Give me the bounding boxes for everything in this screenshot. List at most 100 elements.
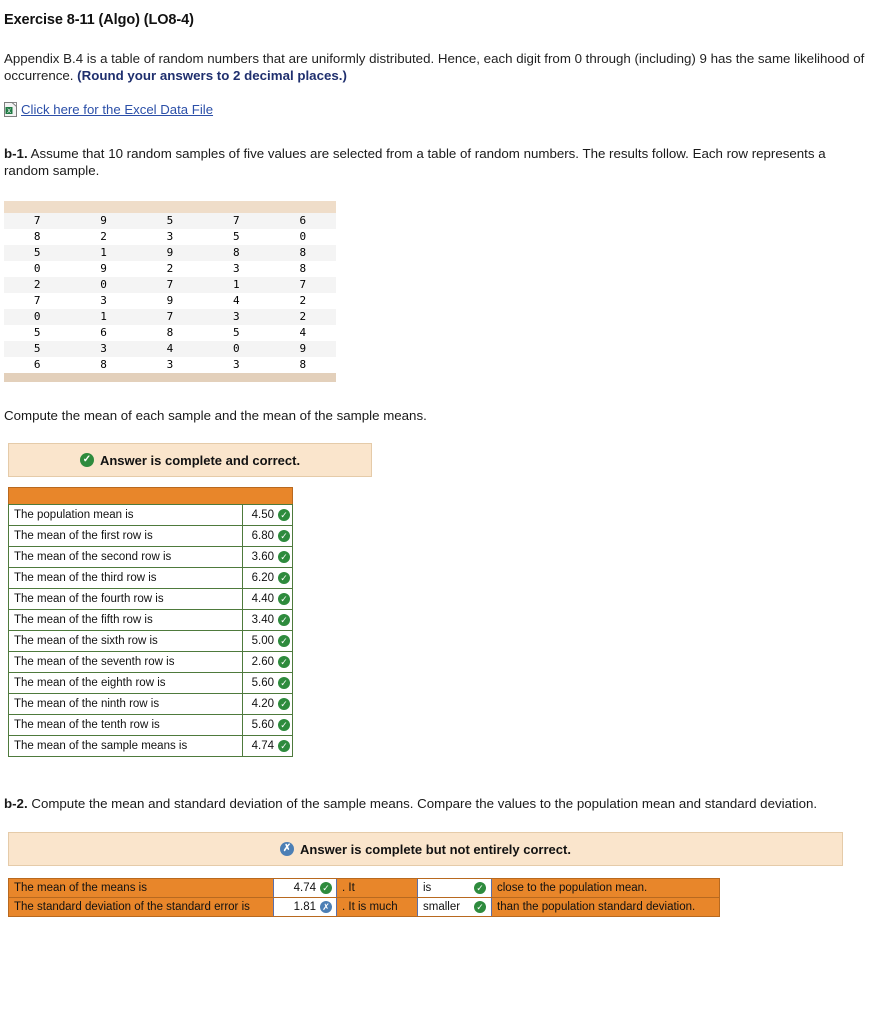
answer-value-cell[interactable]: 5.60 ✓ (242, 714, 293, 736)
answer-label: The population mean is (7, 504, 244, 526)
answer-value-cell[interactable]: 4.74 ✓ (242, 735, 293, 757)
random-cell: 6 (100, 326, 107, 339)
table-row: 0 1 7 3 2 (4, 309, 336, 325)
check-circle-icon: ✓ (278, 698, 290, 710)
answer-tail-text: than the population standard deviation. (492, 898, 719, 916)
check-circle-icon: ✓ (79, 453, 94, 467)
answer-value: 4.50 (251, 509, 274, 521)
random-cell: 6 (33, 358, 41, 371)
check-circle-icon: ✓ (278, 719, 290, 731)
check-circle-icon: ✓ (278, 677, 290, 689)
random-cell: 6 (299, 214, 307, 227)
answer-label: The mean of the fourth row is (7, 588, 244, 610)
answer-value: 4.74 (293, 882, 316, 894)
b1-answer-table: The population mean is 4.50 ✓ The mean of t… (7, 504, 293, 757)
random-cell: 2 (33, 278, 41, 291)
answer-value-wrap: 4.20 ✓ (248, 698, 290, 710)
answer-value: 5.60 (251, 719, 274, 731)
page-title: Exercise 8-11 (Algo) (LO8-4) (4, 12, 194, 28)
b1-answer-table-wrap: The population mean is 4.50 ✓ The mean of t… (7, 487, 884, 757)
random-cell: 8 (299, 262, 307, 275)
random-cell: 1 (100, 246, 107, 259)
answer-value-cell[interactable]: 5.60 ✓ (242, 672, 293, 694)
random-cell: 7 (233, 214, 240, 227)
answer-label: The mean of the ninth row is (7, 693, 244, 715)
random-cell: 3 (233, 262, 240, 275)
table-row: 7 9 5 7 6 (4, 213, 336, 229)
answer-value-cell[interactable]: 6.80 ✓ (242, 525, 293, 547)
random-cell: 3 (233, 358, 240, 371)
b2-answer-banner: ✗ Answer is complete but not entirely co… (8, 832, 843, 866)
answer-value-cell[interactable]: 3.60 ✓ (242, 546, 293, 568)
random-cell: 5 (33, 326, 41, 339)
answer-value-wrap: 5.60 ✓ (248, 719, 290, 731)
answer-value-wrap: 6.20 ✓ (248, 572, 290, 584)
answer-value: 3.40 (251, 614, 274, 626)
answer-value: 4.40 (251, 593, 274, 605)
answer-value-cell[interactable]: 6.20 ✓ (242, 567, 293, 589)
table-row: 6 8 3 3 8 (4, 357, 336, 373)
check-circle-icon: ✓ (320, 882, 332, 894)
answer-value-cell[interactable]: 5.00 ✓ (242, 630, 293, 652)
answer-value-cell[interactable]: 3.40 ✓ (242, 609, 293, 631)
check-circle-icon: ✓ (278, 572, 290, 584)
random-cell: 1 (100, 310, 107, 323)
b1-banner-text: Answer is complete and correct. (99, 452, 301, 468)
b2-answer-grid: The mean of the means is 4.74 ✓ . It is ✓ clos… (8, 878, 720, 917)
answer-select[interactable]: is ✓ (417, 879, 492, 897)
answer-value-wrap: 6.80 ✓ (248, 530, 290, 542)
excel-data-file-link[interactable]: Click here for the Excel Data File (21, 102, 213, 117)
intro-paragraph: Appendix B.4 is a table of random number… (4, 50, 884, 84)
answer-value-wrap: 4.40 ✓ (248, 593, 290, 605)
answer-value-cell[interactable]: 2.60 ✓ (242, 651, 293, 673)
answer-select[interactable]: smaller ✓ (417, 898, 492, 916)
answer-value-wrap: 4.74 ✓ (248, 740, 290, 752)
random-numbers-table-wrap: 7 9 5 7 6 8 2 3 5 0 5 1 9 8 8 0 9 2 3 8 2 0 7 1 7 7 3 9 4 2 0 1 7 3 2 5 6 8 5 4… (4, 201, 336, 382)
table-row: The mean of the fourth row is 4.40 ✓ (7, 588, 293, 610)
b2-text: Compute the mean and standard deviation … (27, 796, 818, 811)
b2-label: b-2. (4, 796, 28, 811)
answer-value-wrap: 4.50 ✓ (248, 509, 290, 521)
answer-label: The mean of the seventh row is (7, 651, 244, 673)
random-cell: 5 (233, 326, 240, 339)
answer-value-cell[interactable]: 4.74 ✓ (273, 879, 337, 897)
random-cell: 1 (233, 278, 240, 291)
table-row: 5 3 4 0 9 (4, 341, 336, 357)
answer-value: 4.20 (251, 698, 274, 710)
b1-answer-rows: The population mean is 4.50 ✓ The mean of t… (7, 504, 293, 757)
answer-value-cell[interactable]: 4.50 ✓ (242, 504, 293, 526)
answer-value-cell[interactable]: 4.40 ✓ (242, 588, 293, 610)
table-row: The mean of the third row is 6.20 ✓ (7, 567, 293, 589)
check-circle-icon: ✓ (278, 593, 290, 605)
table-row: The mean of the means is 4.74 ✓ . It is ✓ clos… (9, 879, 719, 898)
random-cell: 0 (33, 310, 41, 323)
random-cell: 3 (233, 310, 240, 323)
x-circle-icon: ✗ (320, 901, 332, 913)
random-cell: 7 (166, 278, 174, 291)
check-circle-icon: ✓ (278, 551, 290, 563)
answer-label: The mean of the sample means is (7, 735, 244, 757)
random-cell: 2 (100, 230, 107, 243)
random-cell: 3 (100, 342, 107, 355)
answer-value-cell[interactable]: 1.81 ✗ (273, 898, 337, 916)
answer-value: 1.81 (293, 901, 316, 913)
table-row: 2 0 7 1 7 (4, 277, 336, 293)
random-cell: 0 (33, 262, 41, 275)
random-cell: 7 (33, 214, 41, 227)
answer-label: The mean of the eighth row is (7, 672, 244, 694)
answer-value-wrap: 3.60 ✓ (248, 551, 290, 563)
b1-compute-instruction: Compute the mean of each sample and the … (4, 408, 427, 423)
table-row: The standard deviation of the standard e… (9, 898, 719, 916)
answer-value-cell[interactable]: 4.20 ✓ (242, 693, 293, 715)
table-row: The mean of the eighth row is 5.60 ✓ (7, 672, 293, 694)
check-circle-icon: ✓ (278, 656, 290, 668)
b1-answer-banner: ✓ Answer is complete and correct. (8, 443, 372, 477)
answer-value: 2.60 (251, 656, 274, 668)
random-cell: 3 (166, 230, 174, 243)
answer-mid-text: . It is much (337, 898, 417, 916)
b1-prompt: b-1. Assume that 10 random samples of fi… (4, 145, 874, 179)
excel-data-file-row[interactable]: X Click here for the Excel Data File (4, 102, 884, 117)
answer-mid-text: . It (337, 879, 417, 897)
table-row: The mean of the fifth row is 3.40 ✓ (7, 609, 293, 631)
random-table-header-band (4, 201, 336, 213)
